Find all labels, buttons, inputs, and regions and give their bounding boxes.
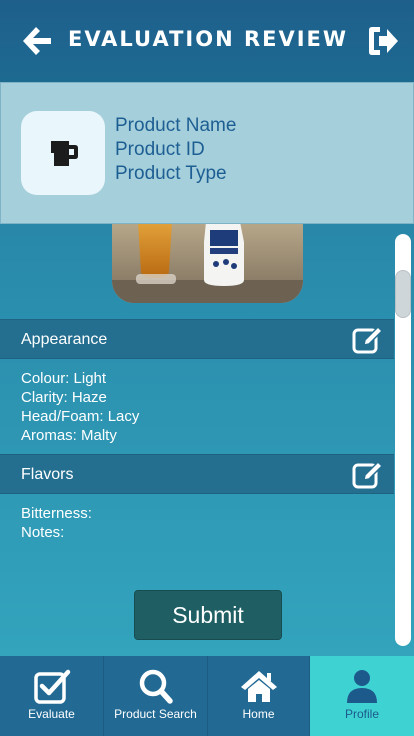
user-icon <box>347 670 377 703</box>
edit-icon[interactable] <box>352 325 384 355</box>
appearance-clarity: Clarity: Haze <box>21 389 107 406</box>
appearance-section-header: Appearance <box>0 319 394 359</box>
nav-item-evaluate[interactable]: Evaluate <box>0 656 104 736</box>
nav-label-profile: Profile <box>344 707 379 721</box>
nav-label-evaluate: Evaluate <box>28 707 75 721</box>
appearance-aromas: Aromas: Malty <box>21 427 117 444</box>
appearance-details: Colour: Light Clarity: Haze Head/Foam: L… <box>21 369 139 445</box>
app-header: EVALUATION REVIEW <box>0 0 414 82</box>
bottom-nav: Evaluate Product Search Home Profile <box>0 656 414 736</box>
nav-item-product-search[interactable]: Product Search <box>104 656 208 736</box>
product-name: Product Name <box>115 115 237 136</box>
page-title: EVALUATION REVIEW <box>68 27 349 51</box>
nav-label-product-search: Product Search <box>114 707 197 721</box>
evaluation-review-screen: EVALUATION REVIEW Product Name Product I… <box>0 0 414 736</box>
nav-item-home[interactable]: Home <box>208 656 310 736</box>
home-icon <box>240 671 277 702</box>
arrow-left-icon[interactable] <box>20 24 54 58</box>
appearance-head-foam: Head/Foam: Lacy <box>21 408 140 425</box>
checkbox-icon <box>33 669 70 704</box>
product-info: Product Name Product ID Product Type <box>115 114 236 186</box>
appearance-title: Appearance <box>21 331 108 348</box>
product-id: Product ID <box>115 139 205 160</box>
flavors-details: Bitterness: Notes: <box>21 504 92 542</box>
flavors-bitterness: Bitterness: <box>21 505 92 522</box>
product-type: Product Type <box>115 163 227 184</box>
product-thumbnail <box>21 111 105 195</box>
flavors-notes: Notes: <box>21 524 65 541</box>
flavors-title: Flavors <box>21 466 74 483</box>
flavors-section-header: Flavors <box>0 454 394 494</box>
submit-button[interactable]: Submit <box>134 590 282 640</box>
appearance-colour: Colour: Light <box>21 370 107 387</box>
sign-out-icon[interactable] <box>366 24 400 58</box>
search-icon <box>139 669 173 704</box>
edit-icon[interactable] <box>352 460 384 490</box>
nav-label-home: Home <box>242 707 275 721</box>
scrollbar-thumb[interactable] <box>395 270 411 318</box>
nav-item-profile[interactable]: Profile <box>310 656 414 736</box>
product-photo <box>112 222 303 303</box>
beer-mug-icon <box>51 141 78 166</box>
product-card: Product Name Product ID Product Type <box>0 82 414 224</box>
